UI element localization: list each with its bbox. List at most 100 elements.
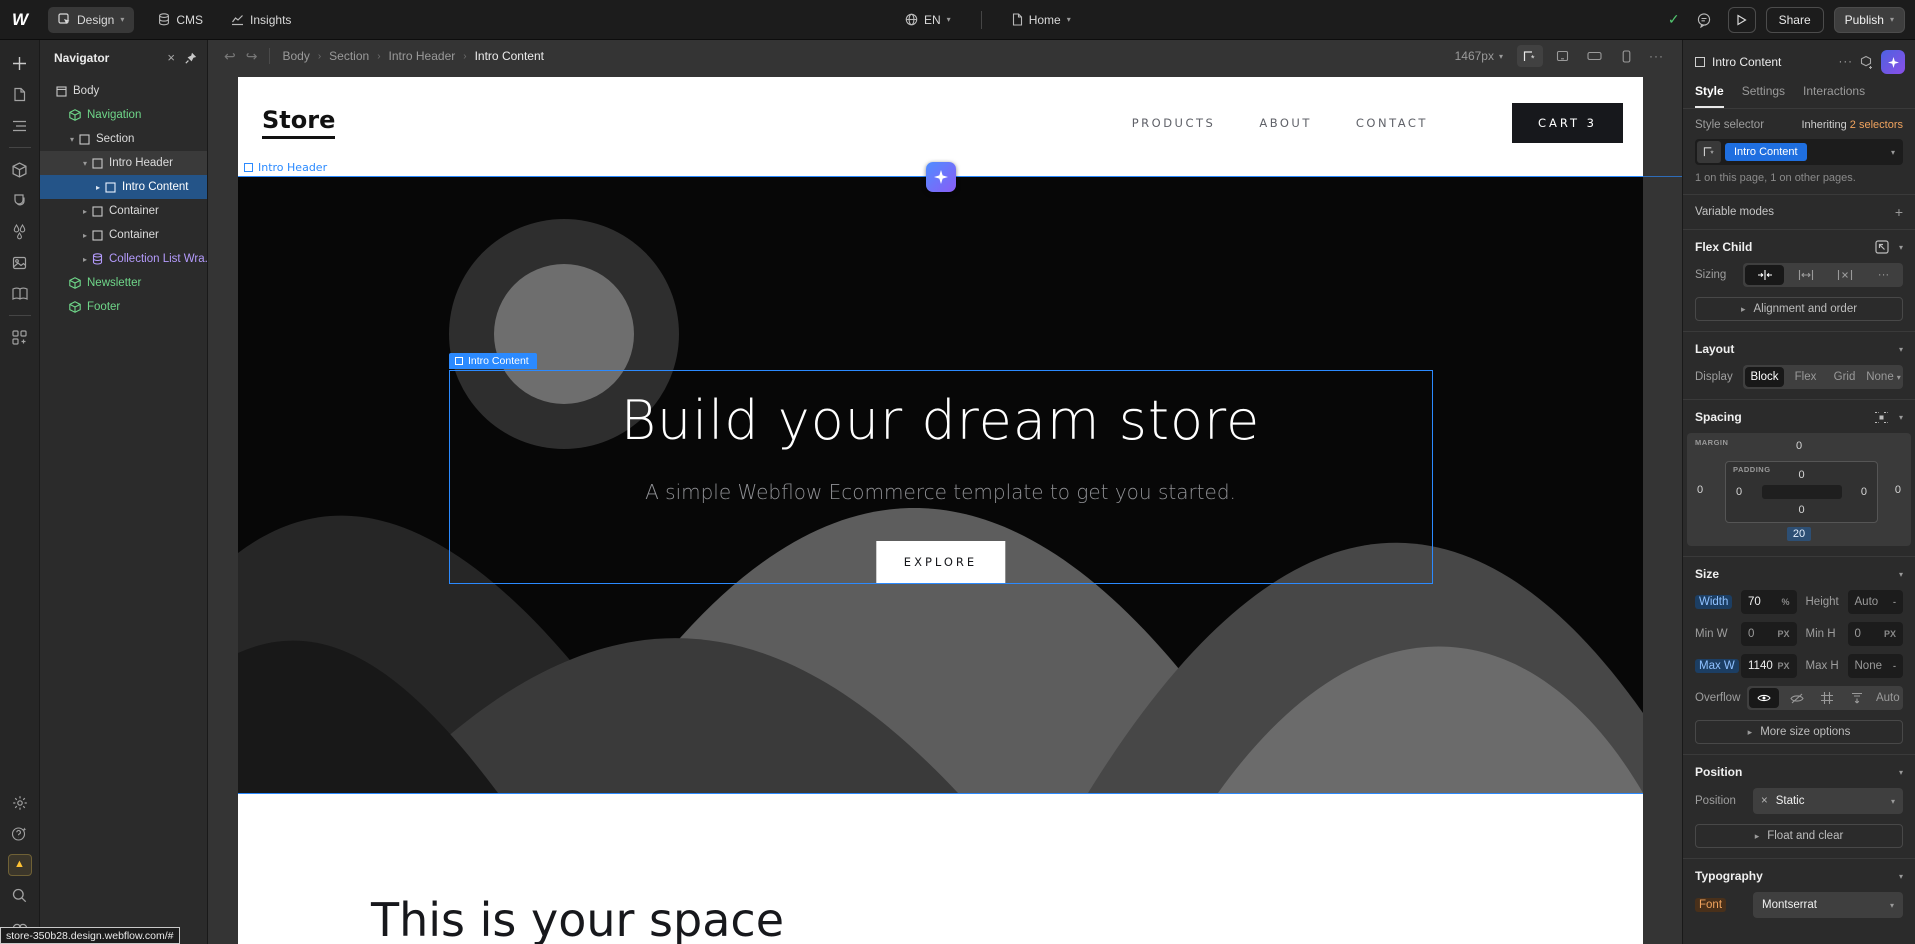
chevron-expanded-icon[interactable]: ▾ — [67, 135, 77, 144]
tree-item-footer[interactable]: Footer — [40, 295, 207, 319]
assets-button[interactable] — [0, 247, 40, 278]
add-variable-mode-button[interactable]: + — [1895, 204, 1903, 220]
sizing-grow-button[interactable] — [1786, 263, 1825, 287]
element-drag-handle[interactable] — [926, 162, 956, 192]
max-width-input[interactable]: 1140PX — [1741, 654, 1797, 678]
sizing-shrink-button[interactable] — [1745, 265, 1784, 285]
overflow-hidden-button[interactable] — [1781, 686, 1811, 710]
padding-left-value[interactable]: 0 — [1736, 486, 1742, 498]
margin-bottom-value[interactable]: 20 — [1687, 528, 1911, 540]
language-switcher[interactable]: EN ▾ — [895, 7, 961, 33]
help-button[interactable] — [0, 818, 40, 849]
breadcrumb-intro-content[interactable]: Intro Content — [475, 49, 544, 63]
publish-button[interactable]: Publish ▾ — [1834, 7, 1905, 33]
padding-top-value[interactable]: 0 — [1726, 469, 1877, 481]
hero-subtitle[interactable]: A simple Webflow Ecommerce template to g… — [238, 480, 1643, 504]
breadcrumb-section[interactable]: Section — [329, 49, 369, 63]
tree-item-intro-content[interactable]: ▸ Intro Content — [40, 175, 207, 199]
breakpoint-desktop-button[interactable]: * — [1517, 45, 1543, 67]
breakpoint-tablet-button[interactable] — [1549, 45, 1575, 67]
pages-button[interactable] — [0, 79, 40, 110]
preview-button[interactable] — [1728, 7, 1756, 33]
min-height-input[interactable]: 0PX — [1848, 622, 1904, 646]
settings-button[interactable] — [0, 787, 40, 818]
min-width-input[interactable]: 0PX — [1741, 622, 1797, 646]
breadcrumb-body[interactable]: Body — [282, 49, 309, 63]
padding-bottom-value[interactable]: 0 — [1726, 504, 1877, 516]
viewport-width-dropdown[interactable]: 1467px ▾ — [1455, 49, 1503, 63]
overflow-auto-button[interactable]: Auto — [1873, 686, 1903, 710]
chevron-down-icon[interactable]: ▾ — [1899, 345, 1903, 354]
width-input[interactable]: 70% — [1741, 590, 1797, 614]
redo-button[interactable]: ↪ — [246, 48, 258, 65]
spacing-mode-icon[interactable] — [1874, 411, 1889, 424]
apps-button[interactable] — [0, 322, 40, 353]
chevron-collapsed-icon[interactable]: ▸ — [93, 183, 103, 192]
tree-item-body[interactable]: Body — [40, 79, 207, 103]
height-input[interactable]: Auto- — [1848, 590, 1904, 614]
sizing-more-button[interactable]: ··· — [1864, 263, 1903, 287]
overflow-clip-button[interactable] — [1812, 686, 1842, 710]
tree-item-intro-header[interactable]: ▾ Intro Header — [40, 151, 207, 175]
element-options-button[interactable]: ··· — [1839, 56, 1854, 68]
site-nav-about[interactable]: ABOUT — [1259, 116, 1312, 130]
site-logo[interactable]: Store — [262, 106, 335, 139]
more-size-options-button[interactable]: ▸ More size options — [1695, 720, 1903, 744]
tree-item-navigation[interactable]: Navigation — [40, 103, 207, 127]
tab-settings[interactable]: Settings — [1742, 84, 1785, 108]
add-elements-button[interactable] — [0, 48, 40, 79]
chevron-down-icon[interactable]: ▾ — [1899, 570, 1903, 579]
page-switcher[interactable]: Home ▾ — [1002, 7, 1081, 33]
chevron-collapsed-icon[interactable]: ▸ — [80, 231, 90, 240]
tree-item-newsletter[interactable]: Newsletter — [40, 271, 207, 295]
font-dropdown[interactable]: Montserrat ▾ — [1753, 892, 1903, 918]
chevron-expanded-icon[interactable]: ▾ — [80, 159, 90, 168]
hero-title[interactable]: Build your dream store — [238, 389, 1643, 452]
more-breakpoints-button[interactable]: ··· — [1649, 49, 1664, 63]
chevron-collapsed-icon[interactable]: ▸ — [80, 255, 90, 264]
navigator-button[interactable] — [0, 110, 40, 141]
flex-parent-link-icon[interactable] — [1875, 240, 1889, 254]
clear-icon[interactable]: × — [1761, 795, 1768, 807]
share-button[interactable]: Share — [1766, 7, 1824, 33]
insights-button[interactable]: Insights — [221, 7, 301, 33]
padding-right-value[interactable]: 0 — [1861, 486, 1867, 498]
tab-interactions[interactable]: Interactions — [1803, 84, 1865, 108]
design-mode-button[interactable]: Design ▾ — [48, 7, 134, 33]
class-token[interactable]: Intro Content — [1725, 143, 1807, 161]
next-section-heading[interactable]: This is your space — [371, 893, 784, 944]
hero-section[interactable]: Build your dream store A simple Webflow … — [238, 176, 1643, 794]
intro-header-tag[interactable]: Intro Header — [244, 161, 327, 174]
margin-top-value[interactable]: 0 — [1687, 440, 1911, 452]
create-component-button[interactable] — [1860, 55, 1874, 69]
upgrade-warning-button[interactable]: ▲ — [0, 849, 40, 880]
max-height-input[interactable]: None- — [1848, 654, 1904, 678]
display-grid-button[interactable]: Grid — [1825, 365, 1864, 389]
inherited-selectors-link[interactable]: 2 selectors — [1850, 119, 1903, 131]
position-dropdown[interactable]: × Static ▾ — [1753, 788, 1903, 814]
pin-icon[interactable] — [185, 52, 197, 64]
tree-item-section[interactable]: ▾ Section — [40, 127, 207, 151]
site-nav-products[interactable]: PRODUCTS — [1132, 116, 1216, 130]
chevron-collapsed-icon[interactable]: ▸ — [80, 207, 90, 216]
class-selector-input[interactable]: * Intro Content ▾ — [1695, 139, 1903, 165]
margin-left-value[interactable]: 0 — [1697, 484, 1703, 496]
sizing-none-button[interactable] — [1825, 263, 1864, 287]
webflow-logo[interactable]: W — [0, 10, 40, 30]
site-cart-button[interactable]: CART 3 — [1512, 103, 1623, 143]
overflow-scroll-button[interactable] — [1842, 686, 1872, 710]
intro-content-tag[interactable]: Intro Content — [449, 353, 537, 369]
display-none-button[interactable]: None▾ — [1864, 365, 1903, 389]
chevron-down-icon[interactable]: ▾ — [1899, 768, 1903, 777]
chevron-down-icon[interactable]: ▾ — [1899, 413, 1903, 422]
comments-button[interactable] — [1690, 7, 1718, 33]
display-flex-button[interactable]: Flex — [1786, 365, 1825, 389]
display-block-button[interactable]: Block — [1745, 367, 1784, 387]
breakpoint-phone-landscape-button[interactable] — [1581, 45, 1607, 67]
tree-item-container[interactable]: ▸ Container — [40, 223, 207, 247]
components-button[interactable] — [0, 154, 40, 185]
overflow-visible-button[interactable] — [1749, 688, 1779, 708]
breadcrumb-intro-header[interactable]: Intro Header — [389, 49, 456, 63]
breakpoint-phone-portrait-button[interactable] — [1613, 45, 1639, 67]
chevron-down-icon[interactable]: ▾ — [1899, 243, 1903, 252]
